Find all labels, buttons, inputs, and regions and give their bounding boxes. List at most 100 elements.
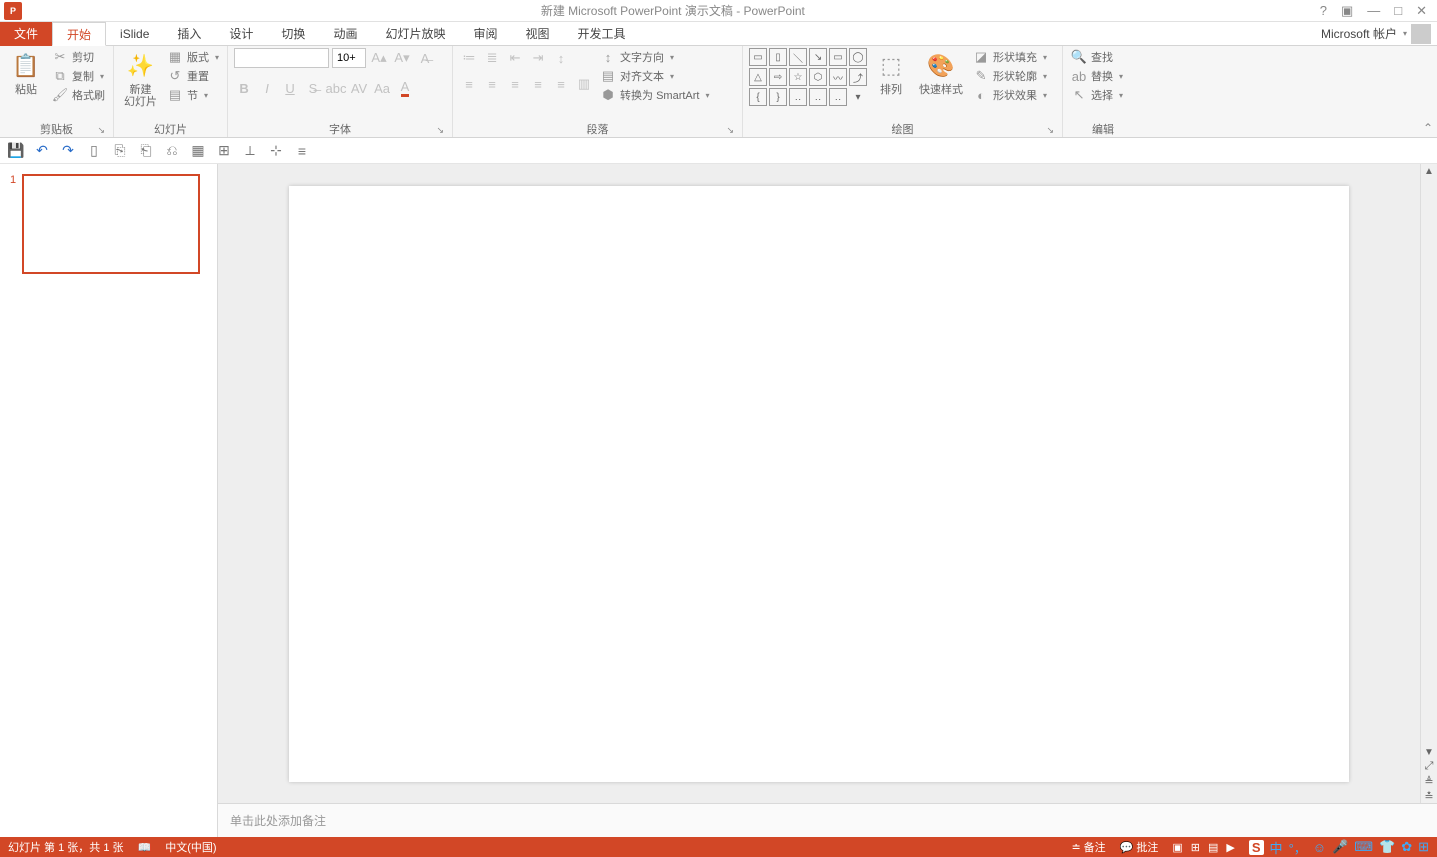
tab-islide[interactable]: iSlide <box>106 22 163 46</box>
line-spacing-button[interactable]: ↕ <box>551 48 571 68</box>
underline-button[interactable]: U <box>280 78 300 98</box>
shrink-font-button[interactable]: A▾ <box>392 48 412 68</box>
tab-view[interactable]: 视图 <box>511 22 563 46</box>
ime-skin-icon[interactable]: 👕 <box>1379 839 1395 855</box>
ime-cn-icon[interactable]: 中 <box>1270 838 1283 857</box>
help-icon[interactable]: ? <box>1320 3 1327 19</box>
qat-icon-8[interactable]: ▦ <box>190 143 206 159</box>
qat-icon-12[interactable]: ≡ <box>294 143 310 159</box>
tab-developer[interactable]: 开发工具 <box>564 22 640 46</box>
drawing-dialog-launcher[interactable]: ↘ <box>1046 125 1054 136</box>
redo-icon[interactable]: ↷ <box>60 143 76 159</box>
spellcheck-icon[interactable]: 📖 <box>138 841 152 854</box>
notes-pane[interactable]: 单击此处添加备注 <box>218 803 1437 837</box>
shape-oval[interactable]: ◯ <box>849 48 867 66</box>
tab-home[interactable]: 开始 <box>52 22 106 46</box>
align-center-button[interactable]: ≡ <box>482 74 502 94</box>
paste-button[interactable]: 📋 粘贴 <box>6 48 46 98</box>
cut-button[interactable]: ✂剪切 <box>50 48 107 66</box>
tab-design[interactable]: 设计 <box>215 22 267 46</box>
shape-connector[interactable]: ⤴ <box>849 68 867 86</box>
tab-file[interactable]: 文件 <box>0 22 52 46</box>
shape-hex[interactable]: ⬡ <box>809 68 827 86</box>
tab-animations[interactable]: 动画 <box>319 22 371 46</box>
next-slide-icon[interactable]: ≛ <box>1424 790 1433 803</box>
font-color-button[interactable]: A <box>395 78 415 98</box>
ime-sogou-icon[interactable]: S <box>1249 840 1264 855</box>
prev-slide-icon[interactable]: ≜ <box>1424 775 1433 788</box>
sorter-view-icon[interactable]: ⊞ <box>1191 841 1200 854</box>
shapes-expand[interactable]: ▾ <box>849 88 867 106</box>
font-dialog-launcher[interactable]: ↘ <box>436 125 444 136</box>
layout-button[interactable]: ▦版式▾ <box>165 48 221 66</box>
shape-more3[interactable]: ‥ <box>829 88 847 106</box>
shape-effects-button[interactable]: ◐形状效果▾ <box>971 86 1049 104</box>
qat-icon-9[interactable]: ⊞ <box>216 143 232 159</box>
slide-thumbnail-1[interactable] <box>22 174 200 274</box>
shape-rbrace[interactable]: } <box>769 88 787 106</box>
ime-emoji-icon[interactable]: ☺ <box>1313 840 1326 855</box>
vertical-scrollbar[interactable]: ▲ ▼ ⤢ ≜ ≛ <box>1420 164 1437 803</box>
italic-button[interactable]: I <box>257 78 277 98</box>
ime-keyboard-icon[interactable]: ⌨ <box>1354 839 1373 855</box>
text-direction-button[interactable]: ↕文字方向▾ <box>598 48 711 66</box>
qat-icon-5[interactable]: ⎘ <box>112 143 128 159</box>
undo-icon[interactable]: ↶ <box>34 143 50 159</box>
status-language[interactable]: 中文(中国) <box>165 839 216 855</box>
decrease-indent-button[interactable]: ⇤ <box>505 48 525 68</box>
columns-button[interactable]: ▥ <box>574 74 594 94</box>
select-button[interactable]: ↖选择▾ <box>1069 86 1125 104</box>
shape-more1[interactable]: ‥ <box>789 88 807 106</box>
format-painter-button[interactable]: 🖌格式刷 <box>50 86 107 104</box>
smartart-button[interactable]: ⬢转换为 SmartArt▾ <box>598 86 711 104</box>
slide-canvas[interactable] <box>289 186 1349 782</box>
shape-line[interactable]: ＼ <box>789 48 807 66</box>
ribbon-display-icon[interactable]: ▣ <box>1341 3 1353 19</box>
tab-transitions[interactable]: 切换 <box>267 22 319 46</box>
collapse-ribbon-button[interactable]: ⌃ <box>1423 121 1433 135</box>
grow-font-button[interactable]: A▴ <box>369 48 389 68</box>
qat-icon-10[interactable]: ⟂ <box>242 143 258 159</box>
replace-button[interactable]: ab替换▾ <box>1069 67 1125 85</box>
align-right-button[interactable]: ≡ <box>505 74 525 94</box>
shape-lbrace[interactable]: { <box>749 88 767 106</box>
slideshow-view-icon[interactable]: ▶ <box>1226 841 1234 854</box>
normal-view-icon[interactable]: ▣ <box>1172 841 1182 854</box>
maximize-icon[interactable]: □ <box>1394 3 1402 19</box>
tab-insert[interactable]: 插入 <box>163 22 215 46</box>
reset-button[interactable]: ↺重置 <box>165 67 221 85</box>
distribute-button[interactable]: ≡ <box>551 74 571 94</box>
arrange-button[interactable]: ⬚ 排列 <box>871 48 911 98</box>
copy-button[interactable]: ⧉复制▾ <box>50 67 107 85</box>
shape-rarrow[interactable]: ⇨ <box>769 68 787 86</box>
ime-mic-icon[interactable]: 🎤 <box>1332 839 1348 855</box>
shadow-button[interactable]: abc <box>326 78 346 98</box>
tab-slideshow[interactable]: 幻灯片放映 <box>371 22 459 46</box>
ime-menu-icon[interactable]: ⊞ <box>1418 839 1429 855</box>
font-size-input[interactable] <box>332 48 366 68</box>
save-icon[interactable]: 💾 <box>8 143 24 159</box>
shape-rect[interactable]: ▭ <box>829 48 847 66</box>
shape-curve[interactable]: 〰 <box>829 68 847 86</box>
tab-review[interactable]: 审阅 <box>459 22 511 46</box>
ime-settings-icon[interactable]: ✿ <box>1401 839 1412 855</box>
shape-more2[interactable]: ‥ <box>809 88 827 106</box>
scroll-up-icon[interactable]: ▲ <box>1424 166 1434 177</box>
justify-button[interactable]: ≡ <box>528 74 548 94</box>
change-case-button[interactable]: Aa <box>372 78 392 98</box>
shape-triangle[interactable]: △ <box>749 68 767 86</box>
increase-indent-button[interactable]: ⇥ <box>528 48 548 68</box>
qat-icon-11[interactable]: ⊹ <box>268 143 284 159</box>
clear-format-button[interactable]: A̶ <box>415 48 435 68</box>
section-button[interactable]: ▤节▾ <box>165 86 221 104</box>
shape-textbox[interactable]: ▭ <box>749 48 767 66</box>
bold-button[interactable]: B <box>234 78 254 98</box>
qat-icon-7[interactable]: ⎌ <box>164 143 180 159</box>
shape-star[interactable]: ☆ <box>789 68 807 86</box>
quick-styles-button[interactable]: 🎨 快速样式 <box>915 48 967 98</box>
qat-icon-6[interactable]: ⎗ <box>138 143 154 159</box>
shape-outline-button[interactable]: ✎形状轮廓▾ <box>971 67 1049 85</box>
char-spacing-button[interactable]: AV <box>349 78 369 98</box>
shapes-gallery[interactable]: ▭ ▯ ＼ ↘ ▭ ◯ △ ⇨ ☆ ⬡ 〰 ⤴ { } ‥ ‥ ‥ ▾ <box>749 48 867 106</box>
new-slide-button[interactable]: ✨ 新建 幻灯片 <box>120 48 161 110</box>
